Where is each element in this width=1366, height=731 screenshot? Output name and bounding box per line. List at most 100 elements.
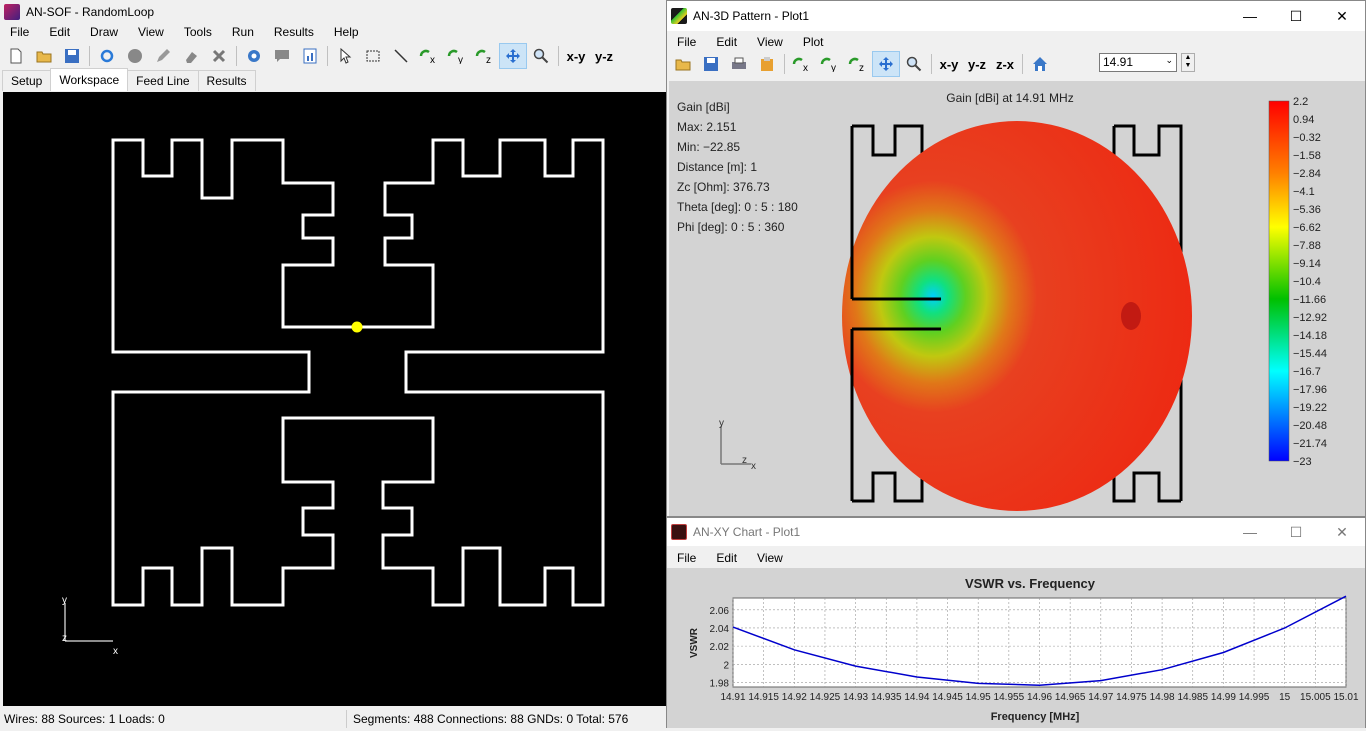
new-file-icon[interactable] bbox=[2, 43, 30, 69]
report-icon[interactable] bbox=[296, 43, 324, 69]
view-zx-button[interactable]: z-x bbox=[991, 51, 1019, 77]
maximize-icon[interactable]: ☐ bbox=[1273, 1, 1319, 31]
ansof-main-window: AN-SOF - RandomLoop File Edit Draw View … bbox=[0, 0, 666, 728]
comment-icon[interactable] bbox=[268, 43, 296, 69]
frequency-spinner[interactable]: ▲ ▼ bbox=[1181, 53, 1195, 72]
chart-x-tick-label: 14.965 bbox=[1055, 692, 1086, 703]
svg-text:z: z bbox=[486, 55, 491, 64]
chart-x-tick-label: 15 bbox=[1279, 692, 1291, 703]
rotate-x-icon[interactable]: x bbox=[415, 43, 443, 69]
minimize-icon[interactable]: — bbox=[1227, 518, 1273, 546]
xy-menu-view[interactable]: View bbox=[747, 551, 793, 565]
select-box-icon[interactable] bbox=[359, 43, 387, 69]
workspace-canvas[interactable]: y z x bbox=[3, 92, 666, 706]
xy-window-title: AN-XY Chart - Plot1 bbox=[693, 525, 801, 539]
tab-setup[interactable]: Setup bbox=[2, 70, 52, 91]
status-segments: Segments: 488 Connections: 88 GNDs: 0 To… bbox=[346, 710, 666, 728]
chart-x-tick-label: 14.995 bbox=[1239, 692, 1270, 703]
pattern-app-icon bbox=[671, 8, 687, 24]
line-draw-icon[interactable] bbox=[387, 43, 415, 69]
pan-move-icon[interactable] bbox=[499, 43, 527, 69]
pattern-menu-view[interactable]: View bbox=[747, 35, 793, 49]
vswr-chart[interactable]: VSWR vs. Frequency VSWR Frequency [MHz] … bbox=[667, 568, 1365, 728]
main-window-title: AN-SOF - RandomLoop bbox=[26, 5, 155, 19]
close-icon[interactable]: ✕ bbox=[1319, 518, 1365, 546]
view-yz-button[interactable]: y-z bbox=[590, 43, 618, 69]
colorbar-label: −20.48 bbox=[1293, 420, 1327, 432]
info-phi: Phi [deg]: 0 : 5 : 360 bbox=[677, 220, 785, 234]
menu-edit[interactable]: Edit bbox=[39, 25, 80, 39]
feed-source-point[interactable] bbox=[351, 321, 363, 333]
menu-help[interactable]: Help bbox=[324, 25, 369, 39]
colorbar-label: −1.58 bbox=[1293, 150, 1321, 162]
zoom-magnifier-icon[interactable] bbox=[527, 43, 555, 69]
main-toolbar: x y z x-y y-z bbox=[2, 43, 618, 69]
print-icon[interactable] bbox=[725, 51, 753, 77]
menu-run[interactable]: Run bbox=[222, 25, 264, 39]
toolbar-separator bbox=[236, 46, 237, 66]
tab-feed-line[interactable]: Feed Line bbox=[127, 70, 199, 91]
xy-menubar: File Edit View bbox=[667, 548, 793, 568]
rotate-y-icon[interactable]: y bbox=[443, 43, 471, 69]
pattern-menu-plot[interactable]: Plot bbox=[793, 35, 834, 49]
view-xy-button[interactable]: x-y bbox=[562, 43, 590, 69]
view-xy-button[interactable]: x-y bbox=[935, 51, 963, 77]
save-icon[interactable] bbox=[697, 51, 725, 77]
chart-x-ticks: 14.91 14.915 14.92 14.925 14.93 14.935 14.94 14… bbox=[720, 692, 1358, 703]
chart-x-tick-label: 15.005 bbox=[1300, 692, 1331, 703]
frequency-select[interactable]: 14.91 ⌄ bbox=[1099, 53, 1177, 72]
home-icon[interactable] bbox=[1026, 51, 1054, 77]
colorbar-label: −23 bbox=[1293, 456, 1312, 468]
menu-draw[interactable]: Draw bbox=[80, 25, 128, 39]
chart-x-tick-label: 14.94 bbox=[904, 692, 929, 703]
axis-y-label: y bbox=[62, 595, 67, 606]
rotate-z-icon[interactable]: z bbox=[844, 51, 872, 77]
colorbar-label: −4.1 bbox=[1293, 186, 1315, 198]
info-zc: Zc [Ohm]: 376.73 bbox=[677, 180, 770, 194]
pattern-plot-area[interactable]: Gain [dBi] at 14.91 MHz Gain [dBi] Max: … bbox=[669, 81, 1365, 516]
pattern-menu-edit[interactable]: Edit bbox=[706, 35, 747, 49]
xy-menu-edit[interactable]: Edit bbox=[706, 551, 747, 565]
rotate-y-icon[interactable]: y bbox=[816, 51, 844, 77]
menu-view[interactable]: View bbox=[128, 25, 174, 39]
chart-y-tick-label: 2.04 bbox=[710, 624, 730, 635]
zoom-magnifier-icon[interactable] bbox=[900, 51, 928, 77]
rotate-z-icon[interactable]: z bbox=[471, 43, 499, 69]
menu-tools[interactable]: Tools bbox=[174, 25, 222, 39]
chart-y-tick-label: 2.02 bbox=[710, 642, 730, 653]
colorbar-label: −19.22 bbox=[1293, 402, 1327, 414]
menu-results[interactable]: Results bbox=[264, 25, 324, 39]
close-icon[interactable]: ✕ bbox=[1319, 1, 1365, 31]
minimize-icon[interactable]: — bbox=[1227, 1, 1273, 31]
refresh-icon[interactable] bbox=[93, 43, 121, 69]
colorbar-label: −11.66 bbox=[1293, 294, 1326, 306]
stop-icon[interactable] bbox=[121, 43, 149, 69]
settings-gear-icon[interactable] bbox=[240, 43, 268, 69]
pattern-toolbar: x y z x-y y-z z-x bbox=[669, 51, 1054, 77]
delete-icon[interactable] bbox=[205, 43, 233, 69]
pan-move-icon[interactable] bbox=[872, 51, 900, 77]
colorbar-label: −5.36 bbox=[1293, 204, 1321, 216]
save-icon[interactable] bbox=[58, 43, 86, 69]
view-yz-button[interactable]: y-z bbox=[963, 51, 991, 77]
open-folder-icon[interactable] bbox=[669, 51, 697, 77]
clipboard-icon[interactable] bbox=[753, 51, 781, 77]
frequency-select-value: 14.91 bbox=[1103, 55, 1134, 69]
colorbar-label: −10.4 bbox=[1293, 276, 1321, 288]
tab-results[interactable]: Results bbox=[197, 70, 256, 91]
menu-file[interactable]: File bbox=[0, 25, 39, 39]
toolbar-separator bbox=[1022, 54, 1023, 74]
rotate-x-icon[interactable]: x bbox=[788, 51, 816, 77]
colorbar-label: −17.96 bbox=[1293, 384, 1327, 396]
eraser-icon[interactable] bbox=[177, 43, 205, 69]
tab-workspace[interactable]: Workspace bbox=[50, 68, 129, 91]
pencil-icon[interactable] bbox=[149, 43, 177, 69]
open-folder-icon[interactable] bbox=[30, 43, 58, 69]
pointer-icon[interactable] bbox=[331, 43, 359, 69]
chart-x-tick-label: 14.99 bbox=[1211, 692, 1236, 703]
main-titlebar: AN-SOF - RandomLoop bbox=[0, 0, 666, 24]
pattern-menu-file[interactable]: File bbox=[667, 35, 706, 49]
maximize-icon[interactable]: ☐ bbox=[1273, 518, 1319, 546]
xy-menu-file[interactable]: File bbox=[667, 551, 706, 565]
pattern-plot-title: Gain [dBi] at 14.91 MHz bbox=[946, 91, 1073, 105]
